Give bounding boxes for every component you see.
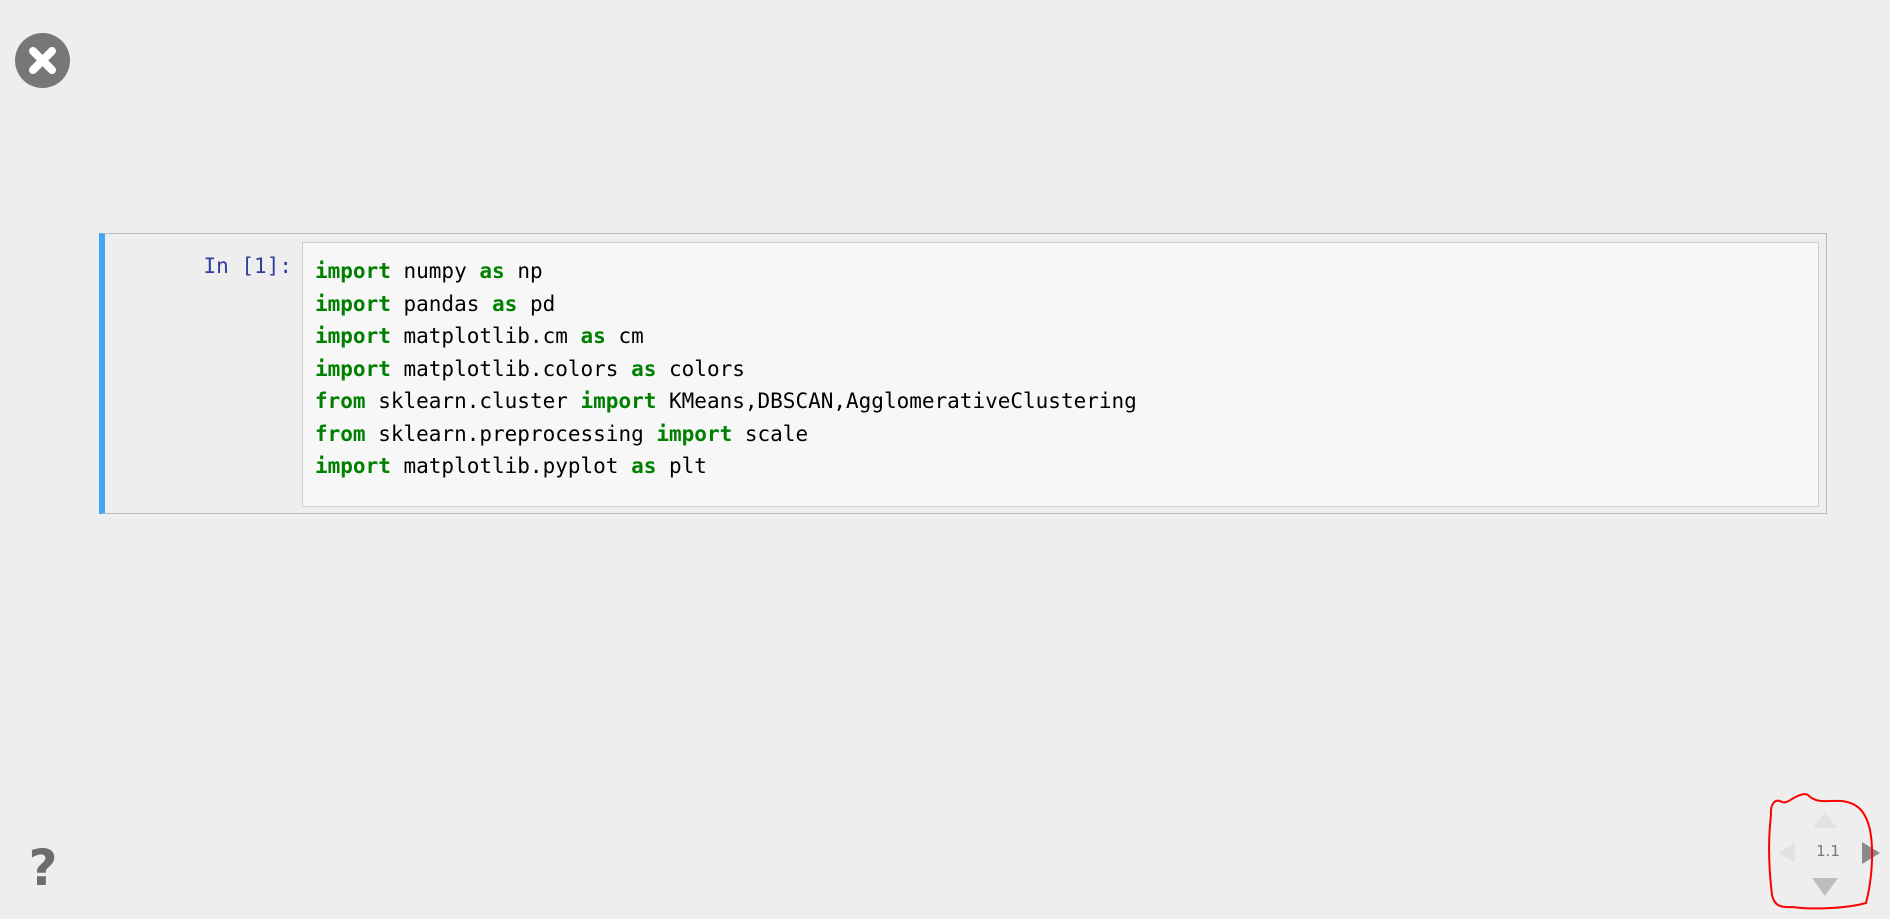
code-text: pandas: [390, 291, 493, 316]
code-text: sklearn.cluster: [365, 389, 581, 413]
code-keyword: from: [315, 389, 366, 413]
code-text: plt: [656, 454, 707, 478]
code-text: sklearn.preprocessing: [365, 421, 657, 446]
code-text: matplotlib.cm: [390, 324, 581, 348]
code-line: import numpy as np: [315, 255, 1818, 288]
code-text: cm: [605, 324, 644, 348]
code-keyword: as: [631, 454, 657, 478]
code-keyword: import: [656, 421, 733, 446]
down-arrow-icon[interactable]: [1812, 878, 1838, 896]
code-line: import matplotlib.pyplot as plt: [315, 450, 1818, 483]
code-text: colors: [656, 356, 745, 381]
question-icon: ?: [28, 839, 58, 897]
code-keyword: as: [492, 291, 518, 316]
right-arrow-icon[interactable]: [1862, 842, 1880, 864]
code-text: scale: [732, 421, 809, 446]
slideshow-page: In [1]: import numpy as np import pandas …: [0, 0, 1890, 919]
code-line: import matplotlib.cm as cm: [315, 320, 1818, 353]
code-line: from sklearn.preprocessing import scale: [315, 418, 1818, 451]
close-button[interactable]: [15, 33, 70, 88]
help-button[interactable]: ?: [22, 842, 64, 894]
input-prompt: In [1]:: [203, 254, 292, 278]
code-text: matplotlib.colors: [390, 356, 632, 381]
code-line: import pandas as pd: [315, 288, 1818, 321]
code-text: pd: [517, 291, 556, 316]
code-keyword: import: [315, 259, 391, 283]
code-keyword: import: [315, 356, 391, 381]
code-keyword: as: [479, 259, 505, 283]
left-arrow-icon[interactable]: [1778, 843, 1795, 863]
code-keyword: as: [631, 356, 657, 381]
code-keyword: from: [315, 421, 366, 446]
code-text: numpy: [390, 259, 480, 283]
up-arrow-icon[interactable]: [1813, 812, 1837, 828]
code-editor[interactable]: import numpy as np import pandas as pd imp…: [302, 242, 1819, 507]
code-text: matplotlib.pyplot: [390, 454, 632, 478]
code-line: import matplotlib.colors as colors: [315, 353, 1818, 386]
code-keyword: import: [315, 454, 391, 478]
code-keyword: import: [580, 389, 657, 413]
code-keyword: as: [580, 324, 606, 348]
slide-number: 1.1: [1816, 842, 1840, 860]
code-line: from sklearn.cluster import KMeans,DBSCA…: [315, 385, 1818, 418]
code-keyword: import: [315, 324, 391, 348]
code-keyword: import: [315, 291, 391, 316]
code-text: np: [504, 259, 543, 283]
close-icon: [29, 47, 56, 74]
code-text: KMeans,DBSCAN,AgglomerativeClustering: [656, 389, 1137, 413]
